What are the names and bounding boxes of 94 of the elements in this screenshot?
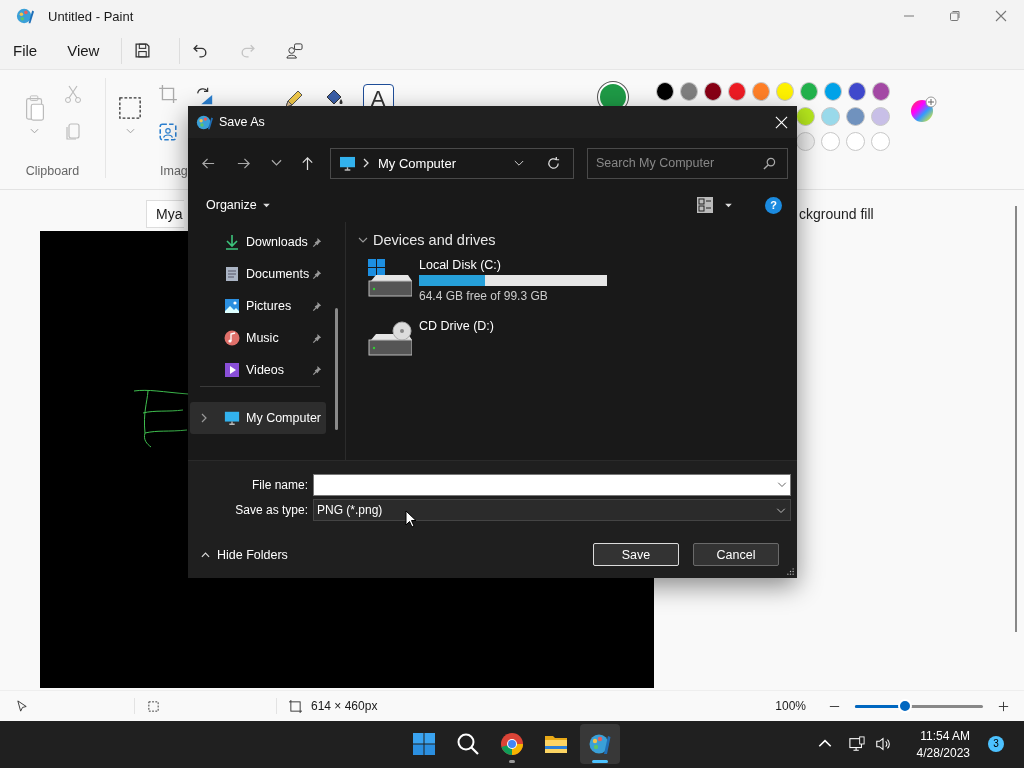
organize-button[interactable]: Organize — [202, 196, 275, 214]
notification-badge[interactable]: 3 — [988, 736, 1004, 753]
field-label: Save as type: — [234, 502, 308, 517]
color-wheel-icon[interactable] — [910, 96, 938, 125]
start-icon[interactable] — [412, 732, 436, 757]
scrollbar[interactable] — [335, 308, 338, 430]
refresh-icon[interactable] — [546, 155, 561, 171]
address-bar[interactable]: My Computer — [330, 147, 574, 179]
nav-item[interactable]: Downloads — [190, 226, 326, 258]
color-swatch[interactable] — [871, 107, 890, 127]
color-swatch[interactable] — [846, 107, 865, 127]
resize-grip-icon[interactable] — [787, 568, 794, 575]
download-icon — [224, 234, 240, 250]
taskbar-app[interactable] — [580, 724, 620, 765]
paint-app-icon — [16, 7, 34, 25]
search-field[interactable]: Search My Computer — [587, 147, 788, 179]
window-title: Untitled - Paint — [48, 8, 134, 24]
video-icon — [224, 362, 240, 378]
color-swatch[interactable] — [776, 82, 794, 102]
pointer-icon — [16, 699, 29, 713]
clock-time[interactable]: 11:54 AM — [920, 728, 970, 743]
zoom-level: 100% — [775, 699, 806, 714]
save-type-dropdown[interactable]: PNG (*.png) — [313, 498, 791, 521]
color-swatch[interactable] — [846, 132, 865, 152]
color-swatch[interactable] — [821, 107, 840, 127]
network-icon[interactable] — [848, 736, 865, 753]
group-header[interactable]: Devices and drives — [373, 232, 496, 248]
scribble-drawing — [133, 388, 189, 449]
dialog-button[interactable]: Cancel — [693, 543, 779, 566]
color-swatch[interactable] — [821, 132, 840, 152]
close-icon[interactable] — [775, 115, 788, 129]
color-swatch[interactable] — [656, 82, 674, 102]
disk-drive-icon — [368, 259, 412, 299]
color-swatch[interactable] — [848, 82, 866, 102]
font-field[interactable]: Mya — [146, 200, 185, 229]
paint-icon[interactable] — [588, 732, 612, 757]
volume-icon[interactable] — [874, 736, 891, 753]
dialog-title: Save As — [219, 115, 265, 129]
chevron-icon[interactable] — [358, 235, 368, 245]
color-swatch[interactable] — [728, 82, 746, 102]
color-swatch[interactable] — [704, 82, 722, 102]
group-label: Imag — [160, 164, 188, 179]
menu-item[interactable]: File — [5, 38, 46, 64]
field-label: File name: — [250, 477, 308, 492]
music-icon — [224, 330, 240, 346]
paint-app-icon — [196, 113, 213, 131]
computer-icon — [224, 410, 240, 426]
view-options-icon[interactable] — [697, 197, 713, 213]
help-icon[interactable]: ? — [765, 196, 782, 214]
search-icon — [763, 156, 776, 170]
drive-name[interactable]: CD Drive (D:) — [419, 319, 494, 333]
clock-date[interactable]: 4/28/2023 — [916, 745, 970, 760]
rotate-icon[interactable] — [194, 86, 214, 107]
recent-dropdown-icon[interactable] — [271, 159, 282, 167]
breadcrumb-chevron-icon — [363, 158, 369, 168]
browser-icon[interactable] — [500, 732, 524, 757]
up-icon[interactable] — [300, 155, 315, 171]
save-icon[interactable] — [134, 42, 152, 60]
color-swatch[interactable] — [800, 82, 818, 102]
document-icon — [224, 266, 240, 282]
nav-item[interactable]: Pictures — [190, 290, 326, 322]
pictures-icon — [224, 298, 240, 314]
drive-name[interactable]: Local Disk (C:) — [419, 258, 607, 272]
color-swatch[interactable] — [824, 82, 842, 102]
dropdown-icon — [776, 507, 786, 514]
drive-free-space: 64.4 GB free of 99.3 GB — [419, 289, 549, 303]
color-swatch[interactable] — [680, 82, 698, 102]
people-icon[interactable] — [286, 42, 304, 60]
dialog-button[interactable]: Save — [593, 543, 679, 566]
chevron-up-icon — [201, 551, 210, 558]
caret-icon[interactable] — [724, 202, 733, 208]
nav-item[interactable]: Documents — [190, 258, 326, 290]
group-label: Clipboard — [25, 164, 80, 179]
zoom-in-icon[interactable] — [997, 699, 1010, 713]
canvas-dimensions: 614 × 460px — [311, 699, 378, 714]
computer-icon — [339, 155, 356, 171]
mouse-cursor-icon — [405, 510, 417, 528]
zoom-slider[interactable] — [855, 699, 983, 714]
caret-icon — [261, 202, 271, 208]
search-icon[interactable] — [456, 732, 480, 757]
menu-item[interactable]: View — [59, 38, 108, 64]
canvas-size-icon — [289, 699, 302, 713]
color-swatch[interactable] — [752, 82, 770, 102]
nav-item[interactable]: Videos — [190, 354, 326, 386]
selection-size-icon — [147, 699, 160, 713]
hide-folders-button[interactable]: Hide Folders — [198, 545, 291, 564]
background-fill-label: ckground fill — [799, 206, 874, 223]
color-swatch[interactable] — [872, 82, 890, 102]
nav-item[interactable]: Music — [190, 322, 326, 354]
scrollbar[interactable] — [1015, 206, 1017, 633]
chevron-icon — [201, 413, 207, 423]
color-swatch[interactable] — [871, 132, 890, 152]
resize-icon[interactable] — [158, 122, 178, 143]
file-name-field[interactable] — [313, 473, 791, 496]
